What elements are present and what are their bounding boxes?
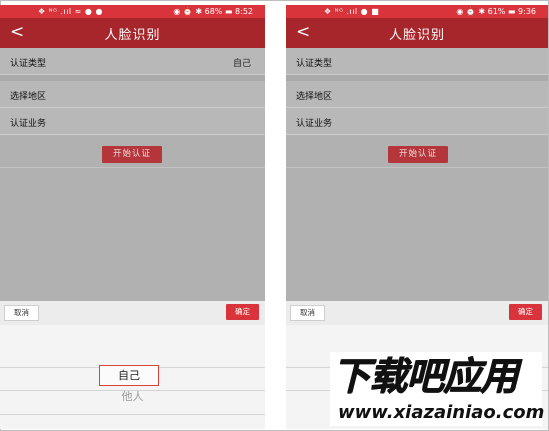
auth-type-placeholder: 认证类型 bbox=[497, 59, 534, 69]
status-bar: ❖ ᴺᴳ .ııl ≈ ● ● ◉ ⏰ ✱ 68% ▬ 8:52 bbox=[0, 5, 265, 18]
page-title: 人脸识别 bbox=[388, 28, 445, 43]
picker-toolbar: 取消 确定 bbox=[0, 301, 265, 325]
auth-type-label: 认证类型 bbox=[10, 59, 47, 69]
watermark-chinese-text: 下载吧应用 bbox=[332, 354, 518, 398]
wheel-line bbox=[0, 414, 265, 415]
select-region-row[interactable]: 选择地区 bbox=[0, 81, 265, 108]
auth-type-label: 认证类型 bbox=[296, 59, 333, 69]
auth-business-row[interactable]: 认证业务 bbox=[0, 108, 265, 135]
status-icons-right: ◉ ⏰ ✱ 61% ▬ 9:36 bbox=[456, 7, 536, 16]
watermark: 下载吧应用 www.xiazainiao.com bbox=[330, 352, 545, 426]
auth-business-row[interactable]: 认证业务 bbox=[286, 108, 548, 135]
divider bbox=[286, 167, 548, 168]
cancel-button[interactable]: 取消 bbox=[4, 305, 39, 321]
title-bar: < 人脸识别 bbox=[286, 18, 548, 48]
select-region-label: 选择地区 bbox=[296, 92, 333, 102]
start-auth-button[interactable]: 开始认证 bbox=[388, 146, 448, 163]
status-icons-right: ◉ ⏰ ✱ 68% ▬ 8:52 bbox=[173, 7, 253, 16]
picker-option-self[interactable]: 自己 bbox=[99, 365, 159, 386]
select-region-label: 选择地区 bbox=[10, 92, 47, 102]
confirm-button[interactable]: 确定 bbox=[226, 304, 259, 320]
auth-business-label: 认证业务 bbox=[10, 119, 47, 129]
confirm-button[interactable]: 确定 bbox=[509, 304, 542, 320]
status-icons-left: ❖ ᴺᴳ .ııl ≈ ● ● bbox=[38, 7, 103, 16]
cancel-button[interactable]: 取消 bbox=[290, 305, 325, 321]
auth-type-row[interactable]: 认证类型 认证类型 bbox=[286, 48, 548, 75]
status-bar: ❖ ᴺᴳ .ııl ● ■ ◉ ⏰ ✱ 61% ▬ 9:36 bbox=[286, 5, 548, 18]
auth-type-value: 自己 bbox=[232, 59, 251, 69]
start-auth-button[interactable]: 开始认证 bbox=[102, 146, 162, 163]
page-title: 人脸识别 bbox=[104, 28, 161, 43]
picker-option-others[interactable]: 他人 bbox=[0, 388, 265, 404]
picker-toolbar: 取消 确定 bbox=[286, 301, 548, 325]
watermark-url-text: www.xiazainiao.com bbox=[338, 402, 545, 423]
title-bar: < 人脸识别 bbox=[0, 18, 265, 48]
auth-business-label: 认证业务 bbox=[296, 119, 333, 129]
divider bbox=[0, 167, 265, 168]
auth-type-row[interactable]: 认证类型 自己 bbox=[0, 48, 265, 75]
select-region-row[interactable]: 选择地区 bbox=[286, 81, 548, 108]
status-icons-left: ❖ ᴺᴳ .ııl ● ■ bbox=[324, 7, 380, 16]
